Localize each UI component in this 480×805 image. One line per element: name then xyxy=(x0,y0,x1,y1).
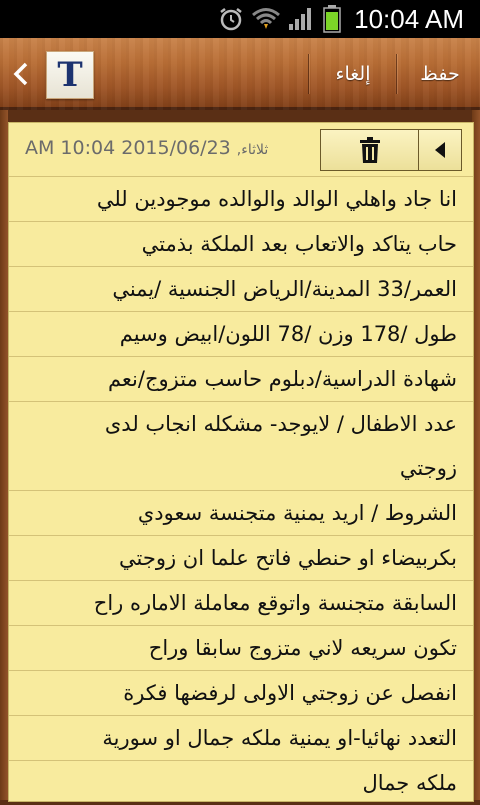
note-day: ثلاثاء, xyxy=(236,142,269,158)
note-line: شهادة الدراسية/دبلوم حاسب متزوج/نعم xyxy=(9,357,473,402)
status-bar: 10:04 AM xyxy=(0,0,480,38)
note-line: العمر/33 المدينة/الرياض الجنسية /يمني xyxy=(9,267,473,312)
note-line: حاب يتاكد والاتعاب بعد الملكة بذمتي xyxy=(9,222,473,267)
back-button[interactable] xyxy=(6,52,36,96)
note-line: تكون سريعه لاني متزوج سابقا وراح xyxy=(9,626,473,671)
app-logo: T xyxy=(46,51,94,99)
note-line: انا جاد واهلي الوالد والوالده موجودين لل… xyxy=(9,177,473,222)
note-line: انفصل عن زوجتي الاولى لرفضها فكرة xyxy=(9,671,473,716)
memo-note: AM 10:04 ثلاثاء, 2015/06/23 انا جاد واهل… xyxy=(8,122,474,802)
note-line: الشروط / اريد يمنية متجنسة سعودي xyxy=(9,491,473,536)
note-body[interactable]: انا جاد واهلي الوالد والوالده موجودين لل… xyxy=(9,177,473,805)
note-line: عدد الاطفال / لايوجد- مشكله انجاب لدى xyxy=(104,412,457,436)
save-button[interactable]: حفظ xyxy=(400,38,480,110)
wifi-icon xyxy=(250,0,282,38)
battery-icon xyxy=(320,0,344,38)
note-line: السابقة متجنسة واتوقع معاملة الاماره راح xyxy=(9,581,473,626)
note-time: AM 10:04 xyxy=(25,137,116,159)
status-time: 10:04 AM xyxy=(354,4,464,34)
note-line: طول /178 وزن /78 اللون/ابيض وسيم xyxy=(9,312,473,357)
trash-icon xyxy=(360,137,380,163)
delete-button[interactable] xyxy=(320,129,419,171)
triangle-left-icon xyxy=(435,142,445,158)
previous-note-button[interactable] xyxy=(418,129,462,171)
note-date: AM 10:04 ثلاثاء, 2015/06/23 xyxy=(25,123,268,176)
action-bar: T إلغاء حفظ xyxy=(0,38,480,110)
signal-icon xyxy=(286,0,316,38)
chevron-left-icon xyxy=(13,62,28,86)
note-line: بكربيضاء او حنطي فاتح علما ان زوجتي xyxy=(9,536,473,581)
note-line: زوجتي xyxy=(9,446,473,491)
note-line: ملكه جمال xyxy=(362,771,457,795)
note-line: التعدد نهائيا-او يمنية ملكه جمال او سوري… xyxy=(9,716,473,761)
cancel-button[interactable]: إلغاء xyxy=(312,38,394,110)
alarm-icon xyxy=(216,0,246,38)
note-date-value: 2015/06/23 xyxy=(121,137,231,159)
note-header: AM 10:04 ثلاثاء, 2015/06/23 xyxy=(9,123,473,177)
